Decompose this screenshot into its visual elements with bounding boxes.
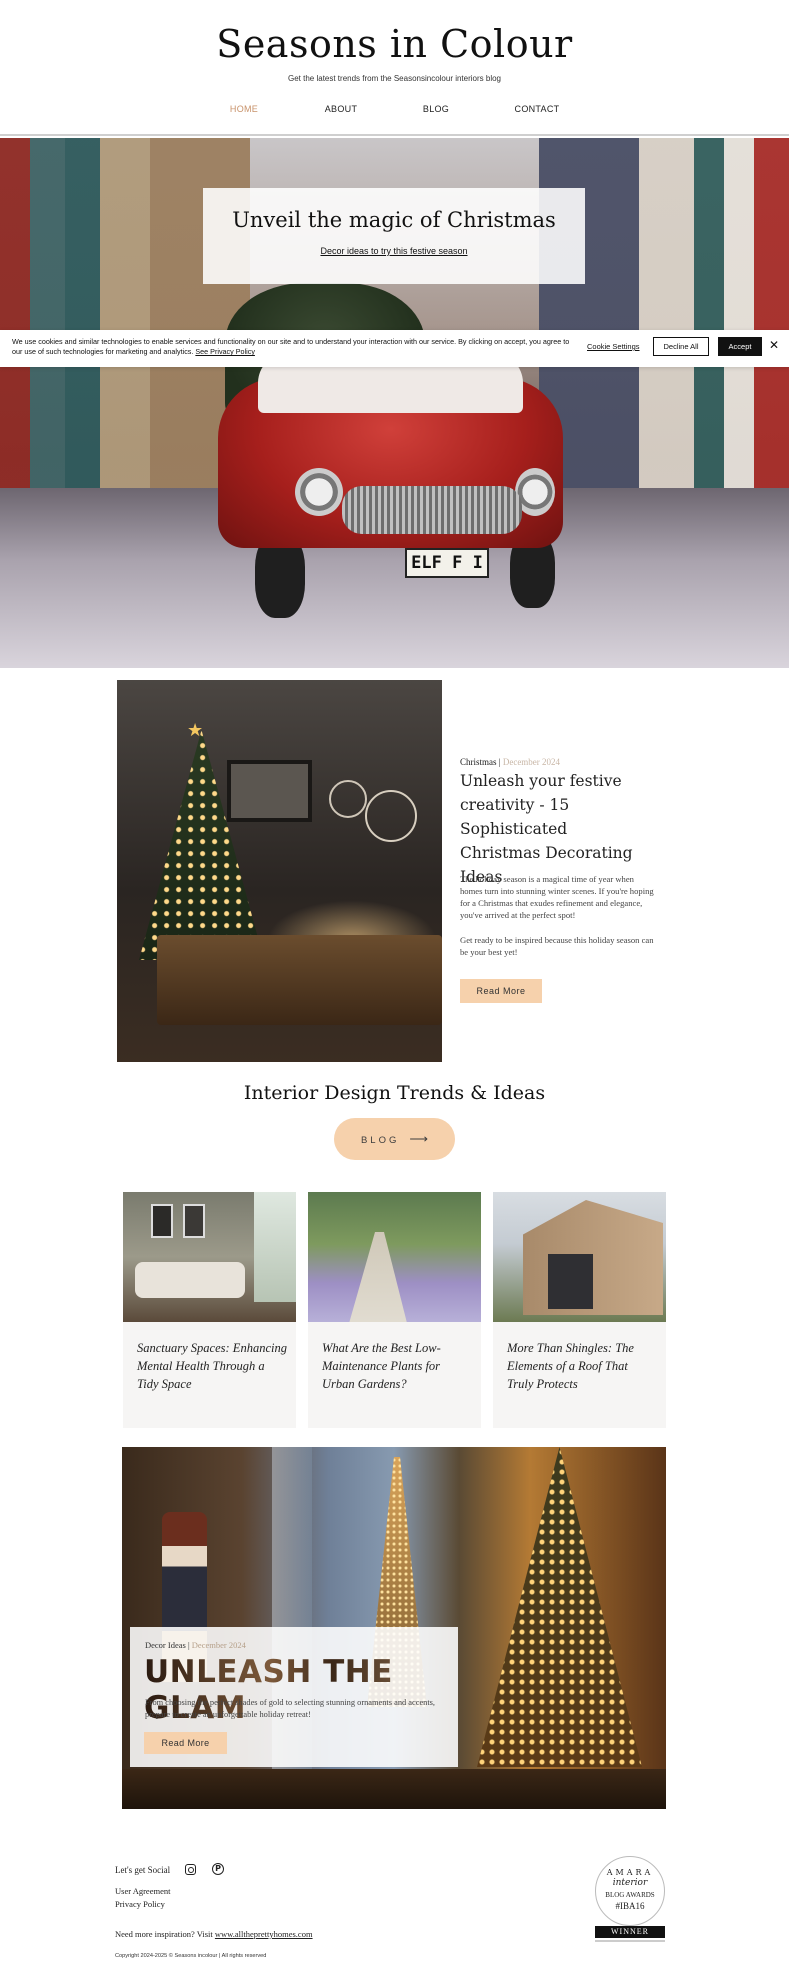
- promo-read-more-button[interactable]: Read More: [144, 1732, 227, 1754]
- featured-post-image[interactable]: ★: [117, 680, 442, 1062]
- featured-category[interactable]: Christmas: [460, 757, 497, 767]
- meta-separator: |: [498, 757, 501, 767]
- hero-license-plate: ELF F I: [405, 548, 489, 578]
- house-door: [548, 1254, 593, 1309]
- award-winner-label: WINNER: [595, 1926, 665, 1938]
- arrow-right-icon: ⟶: [409, 1131, 429, 1146]
- main-nav: HOME ABOUT BLOG CONTACT: [0, 104, 789, 120]
- blog-card-title[interactable]: Sanctuary Spaces: Enhancing Mental Healt…: [137, 1339, 287, 1393]
- decline-all-button[interactable]: Decline All: [653, 337, 709, 356]
- promo-card: Decor Ideas | December 2024 UNLEASH THE …: [130, 1627, 458, 1767]
- nav-item-blog[interactable]: BLOG: [423, 104, 449, 114]
- accept-button[interactable]: Accept: [718, 337, 762, 356]
- cookie-message: We use cookies and similar technologies …: [12, 337, 570, 356]
- featured-post-excerpt-2: Get ready to be inspired because this ho…: [460, 935, 654, 957]
- featured-read-more-button[interactable]: Read More: [460, 979, 542, 1003]
- cookie-banner: We use cookies and similar technologies …: [0, 330, 789, 367]
- award-line-3: BLOG AWARDS: [605, 1891, 655, 1899]
- blog-button[interactable]: BLOG ⟶: [334, 1118, 455, 1160]
- promo-meta: Decor Ideas | December 2024: [145, 1640, 246, 1650]
- blog-card-image: [308, 1192, 481, 1322]
- hero-car-headlight-left: [295, 468, 343, 516]
- instagram-icon[interactable]: [185, 1864, 196, 1875]
- cookie-text: We use cookies and similar technologies …: [12, 337, 572, 357]
- blog-button-label: BLOG: [360, 1135, 400, 1146]
- featured-post-excerpt: The holiday season is a magical time of …: [460, 874, 654, 920]
- promo-category[interactable]: Decor Ideas: [145, 1640, 186, 1650]
- award-line-1: AMARA: [606, 1868, 654, 1877]
- blog-card[interactable]: What Are the Best Low-Maintenance Plants…: [308, 1192, 481, 1428]
- nav-item-about[interactable]: ABOUT: [325, 104, 358, 114]
- header-divider: [0, 134, 789, 136]
- privacy-policy-link[interactable]: See Privacy Policy: [195, 347, 255, 356]
- featured-wall-art: [227, 760, 312, 822]
- cookie-settings-link[interactable]: Cookie Settings: [587, 342, 640, 351]
- social-label: Let's get Social: [115, 1865, 171, 1875]
- hero-car-grille: [342, 486, 522, 534]
- blog-card-image: [123, 1192, 296, 1322]
- house: [523, 1200, 663, 1315]
- nav-item-contact[interactable]: CONTACT: [515, 104, 560, 114]
- wall-art: [151, 1204, 173, 1238]
- blog-card-image: [493, 1192, 666, 1322]
- inspiration-link[interactable]: www.alltheprettyhomes.com: [215, 1929, 313, 1939]
- pendant-light: [329, 780, 367, 818]
- close-icon[interactable]: ✕: [769, 338, 779, 352]
- promo-date: December 2024: [191, 1640, 246, 1650]
- featured-post-meta: Christmas | December 2024: [460, 757, 560, 767]
- star-icon: ★: [187, 720, 204, 741]
- nav-item-home[interactable]: HOME: [230, 104, 258, 114]
- user-agreement-link[interactable]: User Agreement: [115, 1886, 170, 1896]
- wall-art: [183, 1204, 205, 1238]
- site-title[interactable]: Seasons in Colour: [0, 22, 789, 66]
- pendant-light: [365, 790, 417, 842]
- copyright: Copyright 2024-2025 © Seasons incolour |…: [115, 1953, 267, 1959]
- promo-christmas-tree: [477, 1447, 642, 1767]
- blog-card-title[interactable]: More Than Shingles: The Elements of a Ro…: [507, 1339, 657, 1393]
- hero-link[interactable]: Decor ideas to try this festive season: [203, 246, 585, 256]
- dining-table: [157, 935, 442, 1025]
- promo-floor: [122, 1769, 666, 1809]
- garden-path: [348, 1232, 408, 1322]
- pinterest-icon[interactable]: P: [212, 1863, 224, 1875]
- hero-card: Unveil the magic of Christmas Decor idea…: [203, 188, 585, 284]
- inspiration-prefix: Need more inspiration? Visit: [115, 1929, 213, 1939]
- trends-heading: Interior Design Trends & Ideas: [243, 1082, 546, 1104]
- hero-heading: Unveil the magic of Christmas: [232, 208, 556, 232]
- promo-excerpt: From choosing the perfect shades of gold…: [145, 1698, 436, 1719]
- featured-post-title[interactable]: Unleash your festive creativity - 15 Sop…: [460, 769, 650, 889]
- award-line-2: interior: [612, 1878, 648, 1888]
- inspiration-text: Need more inspiration? Visit www.allthep…: [115, 1929, 313, 1939]
- award-badge: AMARA interior BLOG AWARDS #IBA16 WINNER: [592, 1856, 668, 1948]
- living-room-window: [254, 1192, 296, 1302]
- blog-card[interactable]: More Than Shingles: The Elements of a Ro…: [493, 1192, 666, 1428]
- meta-separator: |: [187, 1640, 190, 1650]
- sofa: [135, 1262, 245, 1298]
- award-divider: [595, 1940, 665, 1942]
- blog-card[interactable]: Sanctuary Spaces: Enhancing Mental Healt…: [123, 1192, 296, 1428]
- blog-card-title[interactable]: What Are the Best Low-Maintenance Plants…: [322, 1339, 472, 1393]
- featured-date: December 2024: [502, 757, 561, 767]
- award-line-4: #IBA16: [615, 1901, 645, 1911]
- privacy-policy-footer-link[interactable]: Privacy Policy: [115, 1899, 165, 1909]
- site-tagline: Get the latest trends from the Seasonsin…: [288, 74, 501, 83]
